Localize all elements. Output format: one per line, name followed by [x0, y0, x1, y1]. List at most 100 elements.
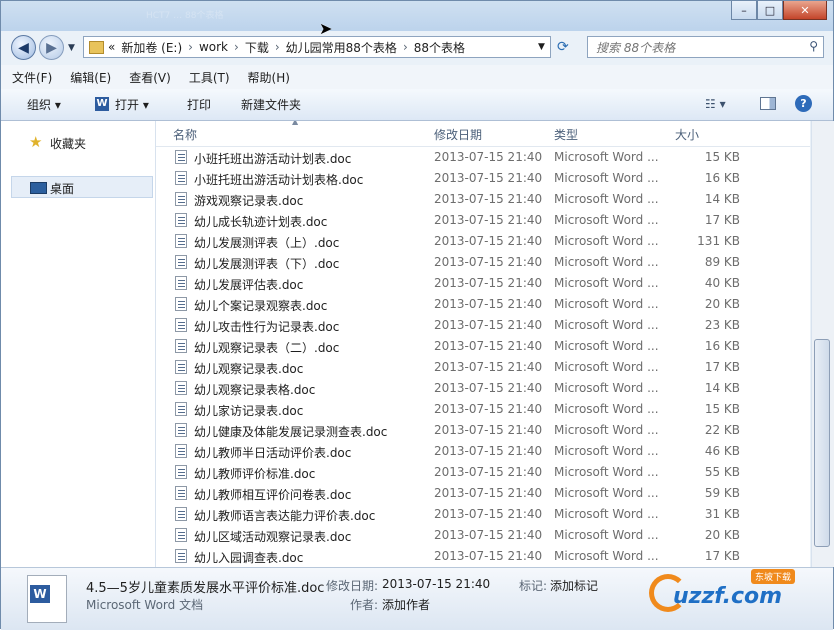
breadcrumb-overflow[interactable]: «	[108, 40, 115, 54]
file-row[interactable]: 幼儿家访记录表.doc 2013-07-15 21:40 Microsoft Wor…	[156, 399, 810, 420]
file-row[interactable]: 幼儿攻击性行为记录表.doc 2013-07-15 21:40 Microsoft …	[156, 315, 810, 336]
maximize-button[interactable]: □	[757, 1, 783, 20]
vertical-scrollbar[interactable]	[811, 121, 834, 567]
file-date: 2013-07-15 21:40	[434, 318, 543, 332]
breadcrumb-downloads[interactable]: 下载	[245, 39, 269, 56]
file-date: 2013-07-15 21:40	[434, 171, 543, 185]
recent-pages-chevron-icon[interactable]: ▼	[68, 43, 75, 53]
breadcrumb-parent-folder[interactable]: 幼儿园常用88个表格	[286, 39, 397, 56]
help-icon[interactable]: ?	[795, 95, 812, 112]
file-date: 2013-07-15 21:40	[434, 465, 543, 479]
open-button[interactable]: 打开 ▾	[115, 96, 149, 113]
details-author-value[interactable]: 添加作者	[382, 596, 430, 613]
refresh-icon[interactable]: ⟳	[557, 39, 569, 55]
file-row[interactable]: 幼儿个案记录观察表.doc 2013-07-15 21:40 Microsoft W…	[156, 294, 810, 315]
desktop-icon	[30, 182, 47, 194]
menu-view[interactable]: 查看(V)	[129, 69, 171, 86]
address-bar[interactable]: « 新加卷 (E:) › work › 下载 › 幼儿园常用88个表格 › 88…	[83, 36, 551, 58]
preview-pane-icon[interactable]	[760, 97, 776, 110]
file-list: 名称 ▲ 修改日期 类型 大小 小班托班出游活动计划表.doc 2013-07-1…	[156, 121, 810, 567]
address-dropdown-icon[interactable]: ▼	[538, 42, 545, 52]
file-size: 131 KB	[697, 234, 740, 248]
details-modified-label: 修改日期:	[326, 579, 379, 593]
file-size: 20 KB	[704, 297, 740, 311]
column-header: 名称 ▲ 修改日期 类型 大小	[156, 121, 810, 147]
menu-edit[interactable]: 编辑(E)	[70, 69, 111, 86]
file-date: 2013-07-15 21:40	[434, 150, 543, 164]
word-document-icon	[175, 465, 187, 479]
file-row[interactable]: 幼儿教师半日活动评价表.doc 2013-07-15 21:40 Microsoft…	[156, 441, 810, 462]
file-row[interactable]: 幼儿发展测评表（下）.doc 2013-07-15 21:40 Microsoft …	[156, 252, 810, 273]
word-icon: W	[95, 97, 109, 111]
file-row[interactable]: 幼儿观察记录表格.doc 2013-07-15 21:40 Microsoft Wo…	[156, 378, 810, 399]
file-date: 2013-07-15 21:40	[434, 486, 543, 500]
menu-tools[interactable]: 工具(T)	[189, 69, 230, 86]
close-button[interactable]: ✕	[783, 1, 827, 20]
file-row[interactable]: 幼儿健康及体能发展记录测查表.doc 2013-07-15 21:40 Micros…	[156, 420, 810, 441]
file-row[interactable]: 小班托班出游活动计划表格.doc 2013-07-15 21:40 Microsof…	[156, 168, 810, 189]
sidebar-item-desktop-row[interactable]: 桌面	[11, 176, 153, 198]
search-box[interactable]: ⚲	[587, 36, 824, 58]
file-name: 幼儿成长轨迹计划表.doc	[194, 215, 328, 229]
breadcrumb-separator-icon[interactable]: ›	[234, 40, 239, 54]
title-bar[interactable]: HCT7 … 88个表格 – □ ✕	[1, 1, 833, 31]
column-date[interactable]: 修改日期	[434, 126, 482, 143]
details-modified-value: 2013-07-15 21:40	[382, 577, 491, 591]
file-row[interactable]: 幼儿教师相互评价问卷表.doc 2013-07-15 21:40 Microsoft…	[156, 483, 810, 504]
file-date: 2013-07-15 21:40	[434, 423, 543, 437]
organize-button[interactable]: 组织 ▾	[27, 96, 61, 113]
word-document-icon	[175, 528, 187, 542]
view-options-icon[interactable]: ☷ ▾	[705, 97, 726, 111]
word-document-icon	[175, 423, 187, 437]
file-date: 2013-07-15 21:40	[434, 549, 543, 563]
back-button[interactable]: ◀	[11, 35, 36, 60]
breadcrumb-separator-icon[interactable]: ›	[403, 40, 408, 54]
word-document-icon	[175, 171, 187, 185]
file-row[interactable]: 幼儿教师评价标准.doc 2013-07-15 21:40 Microsoft Wo…	[156, 462, 810, 483]
breadcrumb-current-folder[interactable]: 88个表格	[414, 39, 465, 56]
minimize-button[interactable]: –	[731, 1, 757, 20]
word-document-icon	[175, 486, 187, 500]
new-folder-button[interactable]: 新建文件夹	[241, 96, 301, 113]
sidebar-item-desktop[interactable]: 桌面	[50, 180, 74, 197]
word-document-icon	[175, 507, 187, 521]
file-size: 59 KB	[704, 486, 740, 500]
file-row[interactable]: 幼儿区域活动观察记录表.doc 2013-07-15 21:40 Microsoft…	[156, 525, 810, 546]
file-row[interactable]: 幼儿入园调查表.doc 2013-07-15 21:40 Microsoft Wor…	[156, 546, 810, 567]
file-row[interactable]: 幼儿观察记录表（二）.doc 2013-07-15 21:40 Microsoft …	[156, 336, 810, 357]
breadcrumb-separator-icon[interactable]: ›	[275, 40, 280, 54]
menu-help[interactable]: 帮助(H)	[248, 69, 290, 86]
navigation-bar: ◀ ▶ ▼ « 新加卷 (E:) › work › 下载 › 幼儿园常用88个表…	[1, 31, 833, 65]
file-row[interactable]: 幼儿观察记录表.doc 2013-07-15 21:40 Microsoft Wor…	[156, 357, 810, 378]
print-button[interactable]: 打印	[187, 96, 211, 113]
file-type: Microsoft Word ...	[554, 276, 659, 290]
breadcrumb-separator-icon[interactable]: ›	[188, 40, 193, 54]
details-tags-value[interactable]: 添加标记	[550, 577, 598, 594]
file-date: 2013-07-15 21:40	[434, 444, 543, 458]
file-row[interactable]: 幼儿成长轨迹计划表.doc 2013-07-15 21:40 Microsoft W…	[156, 210, 810, 231]
file-row[interactable]: 幼儿发展评估表.doc 2013-07-15 21:40 Microsoft Wor…	[156, 273, 810, 294]
sidebar-item-favorites[interactable]: 收藏夹	[50, 135, 86, 152]
forward-button[interactable]: ▶	[39, 35, 64, 60]
scrollbar-thumb[interactable]	[814, 339, 830, 547]
watermark-logo: 东坡下载 uzzf.com	[647, 568, 833, 618]
details-filetype: Microsoft Word 文档	[86, 598, 204, 612]
column-size[interactable]: 大小	[675, 126, 699, 143]
details-author-label: 作者:	[350, 598, 379, 612]
word-document-icon	[175, 234, 187, 248]
file-type: Microsoft Word ...	[554, 339, 659, 353]
file-row[interactable]: 小班托班出游活动计划表.doc 2013-07-15 21:40 Microsoft…	[156, 147, 810, 168]
file-row[interactable]: 游戏观察记录表.doc 2013-07-15 21:40 Microsoft Wor…	[156, 189, 810, 210]
file-type: Microsoft Word ...	[554, 234, 659, 248]
breadcrumb-work[interactable]: work	[199, 40, 228, 54]
column-type[interactable]: 类型	[554, 126, 578, 143]
file-row[interactable]: 幼儿发展测评表（上）.doc 2013-07-15 21:40 Microsoft …	[156, 231, 810, 252]
search-icon[interactable]: ⚲	[809, 39, 818, 53]
file-type: Microsoft Word ...	[554, 213, 659, 227]
file-row[interactable]: 幼儿教师语言表达能力评价表.doc 2013-07-15 21:40 Microso…	[156, 504, 810, 525]
file-name: 幼儿观察记录表.doc	[194, 362, 304, 376]
column-name[interactable]: 名称	[173, 126, 197, 143]
search-input[interactable]	[594, 38, 798, 58]
menu-file[interactable]: 文件(F)	[12, 69, 52, 86]
breadcrumb-drive[interactable]: 新加卷 (E:)	[121, 39, 182, 56]
